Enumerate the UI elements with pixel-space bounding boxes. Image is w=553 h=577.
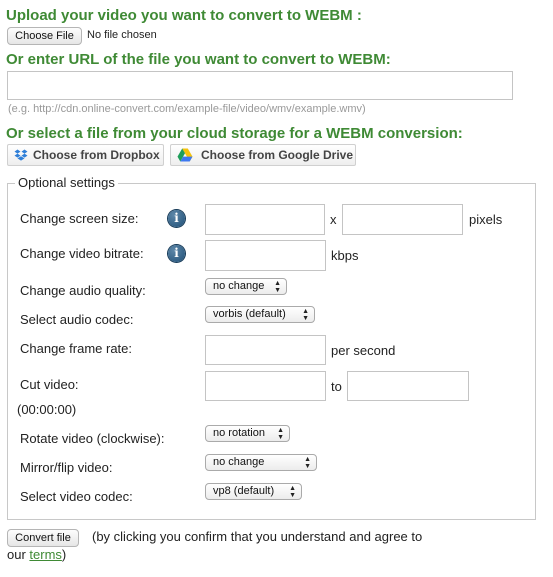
choose-file-button[interactable]: Choose File bbox=[7, 27, 82, 45]
convert-file-button[interactable]: Convert file bbox=[7, 529, 79, 547]
frame-rate-unit: per second bbox=[331, 343, 396, 358]
google-drive-label: Choose from Google Drive bbox=[201, 148, 354, 162]
upload-heading: Upload your video you want to convert to… bbox=[6, 7, 362, 24]
select-arrows-icon: ▲ ▼ bbox=[274, 279, 281, 294]
rotate-label: Rotate video (clockwise): bbox=[20, 431, 165, 446]
audio-quality-value: no change bbox=[213, 280, 265, 292]
cut-video-to-input[interactable] bbox=[347, 371, 469, 401]
url-example-hint: (e.g. http://cdn.online-convert.com/exam… bbox=[8, 103, 366, 115]
dropbox-button[interactable]: Choose from Dropbox bbox=[7, 144, 164, 166]
rotate-select[interactable]: no rotation ▲ ▼ bbox=[205, 425, 290, 442]
screen-size-x-label: x bbox=[330, 212, 337, 227]
screen-width-input[interactable] bbox=[205, 204, 325, 235]
google-drive-icon bbox=[177, 148, 193, 162]
screen-size-label: Change screen size: bbox=[20, 211, 139, 226]
screen-size-info-icon[interactable]: i bbox=[168, 210, 185, 227]
cut-video-format-hint: (00:00:00) bbox=[17, 402, 77, 417]
select-arrows-icon: ▲ ▼ bbox=[277, 426, 284, 441]
bitrate-info-icon[interactable]: i bbox=[168, 245, 185, 262]
frame-rate-label: Change frame rate: bbox=[20, 341, 133, 356]
mirror-label: Mirror/flip video: bbox=[20, 460, 113, 475]
video-codec-select[interactable]: vp8 (default) ▲ ▼ bbox=[205, 483, 302, 500]
agreement-prefix: our bbox=[7, 547, 30, 562]
audio-codec-label: Select audio codec: bbox=[20, 312, 134, 327]
select-arrows-icon: ▲ ▼ bbox=[289, 484, 296, 499]
dropbox-icon bbox=[14, 149, 28, 162]
rotate-value: no rotation bbox=[213, 427, 265, 439]
audio-codec-value: vorbis (default) bbox=[213, 308, 286, 320]
dropbox-label: Choose from Dropbox bbox=[33, 148, 160, 162]
mirror-value: no change bbox=[213, 456, 265, 468]
mirror-select[interactable]: no change ▲ ▼ bbox=[205, 454, 317, 471]
select-arrows-icon: ▲ ▼ bbox=[304, 455, 311, 470]
url-heading: Or enter URL of the file you want to con… bbox=[6, 51, 391, 68]
screen-size-unit: pixels bbox=[469, 212, 503, 227]
optional-settings-legend: Optional settings bbox=[15, 175, 118, 190]
file-status-text: No file chosen bbox=[87, 29, 157, 41]
google-drive-button[interactable]: Choose from Google Drive bbox=[170, 144, 356, 166]
bitrate-input[interactable] bbox=[205, 240, 326, 271]
bitrate-label: Change video bitrate: bbox=[20, 246, 144, 261]
terms-link[interactable]: terms bbox=[29, 547, 62, 562]
screen-height-input[interactable] bbox=[342, 204, 463, 235]
cut-video-to-label: to bbox=[331, 379, 342, 394]
frame-rate-input[interactable] bbox=[205, 335, 326, 365]
cut-video-from-input[interactable] bbox=[205, 371, 326, 401]
cloud-heading: Or select a file from your cloud storage… bbox=[6, 125, 463, 142]
video-codec-label: Select video codec: bbox=[20, 489, 133, 504]
audio-quality-select[interactable]: no change ▲ ▼ bbox=[205, 278, 287, 295]
bitrate-unit: kbps bbox=[331, 248, 359, 263]
video-codec-value: vp8 (default) bbox=[213, 485, 275, 497]
select-arrows-icon: ▲ ▼ bbox=[302, 307, 309, 322]
audio-codec-select[interactable]: vorbis (default) ▲ ▼ bbox=[205, 306, 315, 323]
audio-quality-label: Change audio quality: bbox=[20, 283, 146, 298]
url-input[interactable] bbox=[7, 71, 513, 100]
cut-video-label: Cut video: bbox=[20, 377, 79, 392]
agreement-text-line1: (by clicking you confirm that you unders… bbox=[92, 529, 423, 544]
agreement-suffix: ) bbox=[61, 547, 67, 562]
agreement-text-line2: our terms) bbox=[7, 546, 66, 564]
